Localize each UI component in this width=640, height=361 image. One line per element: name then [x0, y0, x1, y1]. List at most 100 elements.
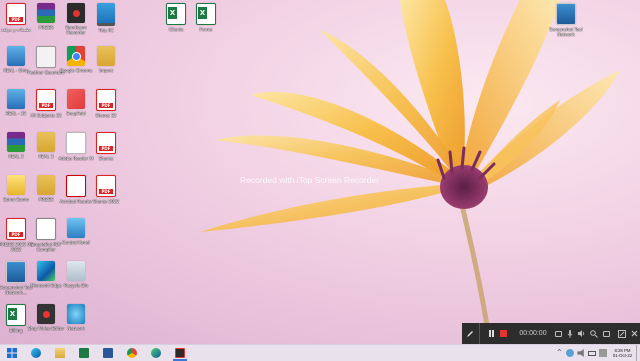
video-recorder-icon [37, 304, 55, 324]
language-icon[interactable] [599, 349, 608, 357]
pdf-icon [96, 89, 116, 111]
desktop-icon-label: Import [99, 68, 113, 73]
chrome-icon [127, 348, 137, 358]
control-panel-icon [67, 218, 85, 238]
this-pc-icon [97, 3, 115, 26]
recycle-bin-icon [67, 261, 85, 281]
stop-icon [499, 330, 507, 337]
speaker-icon [578, 330, 585, 337]
taskbar-chrome[interactable] [120, 345, 144, 361]
desktop-icon[interactable]: This PC [87, 3, 125, 33]
desktop-icon-label: Control Panel [62, 240, 90, 245]
ruler-icon [7, 89, 25, 109]
desktop-icon-label: This PC [98, 28, 114, 33]
winrar-icon [7, 132, 25, 152]
pdf-icon [6, 3, 26, 25]
pdf-icon [36, 89, 56, 111]
feather-icon [36, 46, 56, 68]
edit-button[interactable] [616, 323, 628, 344]
network-icon[interactable] [566, 349, 575, 357]
folder-icon [97, 46, 115, 66]
desktop-icon-label: Shares 32 [95, 113, 117, 118]
excel-icon [6, 304, 26, 326]
desktop-icon[interactable]: Shares 2022 [87, 175, 125, 204]
taskbar-edge-2[interactable] [144, 345, 168, 361]
pause-icon [488, 330, 494, 337]
chevron-up-icon[interactable]: ^ [555, 349, 563, 357]
taskbar-excel[interactable] [72, 345, 96, 361]
acrobat-icon [66, 175, 86, 197]
desktop-icon[interactable]: Recycle Bin [57, 261, 95, 288]
desktop-icon[interactable]: Control Panel [57, 218, 95, 245]
sumatra-icon [7, 175, 25, 195]
edge-icon [151, 348, 161, 358]
word-icon [103, 348, 113, 358]
pdf-icon [6, 218, 26, 240]
speaker-button[interactable] [576, 323, 588, 344]
desktop[interactable]: تطبيقات و مرفقةPRIZESBandicam RecorderTh… [0, 0, 640, 344]
desktop-icon-label: Shares [98, 156, 114, 161]
clock-date: 01-Oct-22 [612, 353, 632, 358]
winrar-icon [37, 3, 55, 23]
taskbar-word[interactable] [96, 345, 120, 361]
desktop-icon-label: Screenshot Tool Network [549, 27, 583, 37]
taskbar-edge[interactable] [24, 345, 48, 361]
camera-button[interactable] [553, 323, 565, 344]
folder-icon [37, 132, 55, 152]
screenshot-icon [602, 330, 610, 337]
pen-icon[interactable] [462, 323, 480, 344]
taskbar-file-explorer[interactable] [48, 345, 72, 361]
recording-timer: 00:00:00 [519, 330, 547, 337]
edit-icon [618, 329, 627, 338]
microphone-button[interactable] [565, 323, 577, 344]
edge-icon [37, 261, 55, 281]
excel-icon [196, 3, 216, 25]
ruler-icon [7, 46, 25, 66]
system-tray: ^ 8:28 PM 01-Oct-22 [554, 345, 640, 361]
start-icon [7, 348, 17, 358]
pdf-icon [96, 175, 116, 197]
pause-button[interactable] [486, 323, 498, 344]
recorder-toolbar: 00:00:00 [462, 323, 640, 344]
ebook-icon [36, 218, 56, 240]
edge-icon [31, 348, 41, 358]
clock[interactable]: 8:28 PM 01-Oct-22 [613, 348, 632, 358]
close-icon [631, 330, 637, 337]
excel-icon [79, 348, 89, 358]
desktop-icon-label: Recycle Bin [63, 283, 89, 288]
desktop-icon[interactable]: Screenshot Tool Network [547, 3, 585, 37]
screenshot-button[interactable] [600, 323, 612, 344]
desktop-icon-label: Network [67, 326, 85, 331]
stop-button[interactable] [497, 323, 509, 344]
desktop-icon-label: Shares 2022 [92, 199, 120, 204]
screen-tool-icon [6, 261, 26, 283]
taskbar-screen-recorder[interactable] [168, 345, 192, 361]
desktop-icon[interactable]: Shares [87, 132, 125, 161]
desktop-icon[interactable]: Network [57, 304, 95, 331]
desktop-icon[interactable]: Import [87, 46, 125, 73]
document-icon [66, 132, 86, 154]
screen-tool-icon [556, 3, 576, 25]
folder-icon [37, 175, 55, 195]
recorder-watermark: Recorded with iTop Screen Recorder [240, 175, 379, 185]
sharex-icon [67, 89, 85, 109]
zoom-button[interactable] [588, 323, 600, 344]
zoom-icon [590, 329, 599, 338]
pdf-icon [96, 132, 116, 154]
camera-icon [555, 330, 563, 337]
screen-recorder-icon [175, 348, 185, 358]
excel-icon [166, 3, 186, 25]
taskbar: ^ 8:28 PM 01-Oct-22 [0, 344, 640, 361]
microphone-icon [568, 329, 573, 338]
start-button[interactable] [0, 345, 24, 361]
chrome-icon [67, 46, 85, 66]
show-desktop-button[interactable] [636, 345, 640, 361]
desktop-icon[interactable]: Forms [187, 3, 225, 32]
speaker-icon[interactable] [577, 349, 584, 357]
desktop-icon-label: Forms [199, 27, 213, 32]
close-button[interactable] [628, 323, 640, 344]
file-explorer-icon [55, 348, 65, 358]
network-icon [67, 304, 85, 324]
desktop-icon[interactable]: Shares 32 [87, 89, 125, 118]
battery-icon[interactable] [588, 350, 597, 356]
